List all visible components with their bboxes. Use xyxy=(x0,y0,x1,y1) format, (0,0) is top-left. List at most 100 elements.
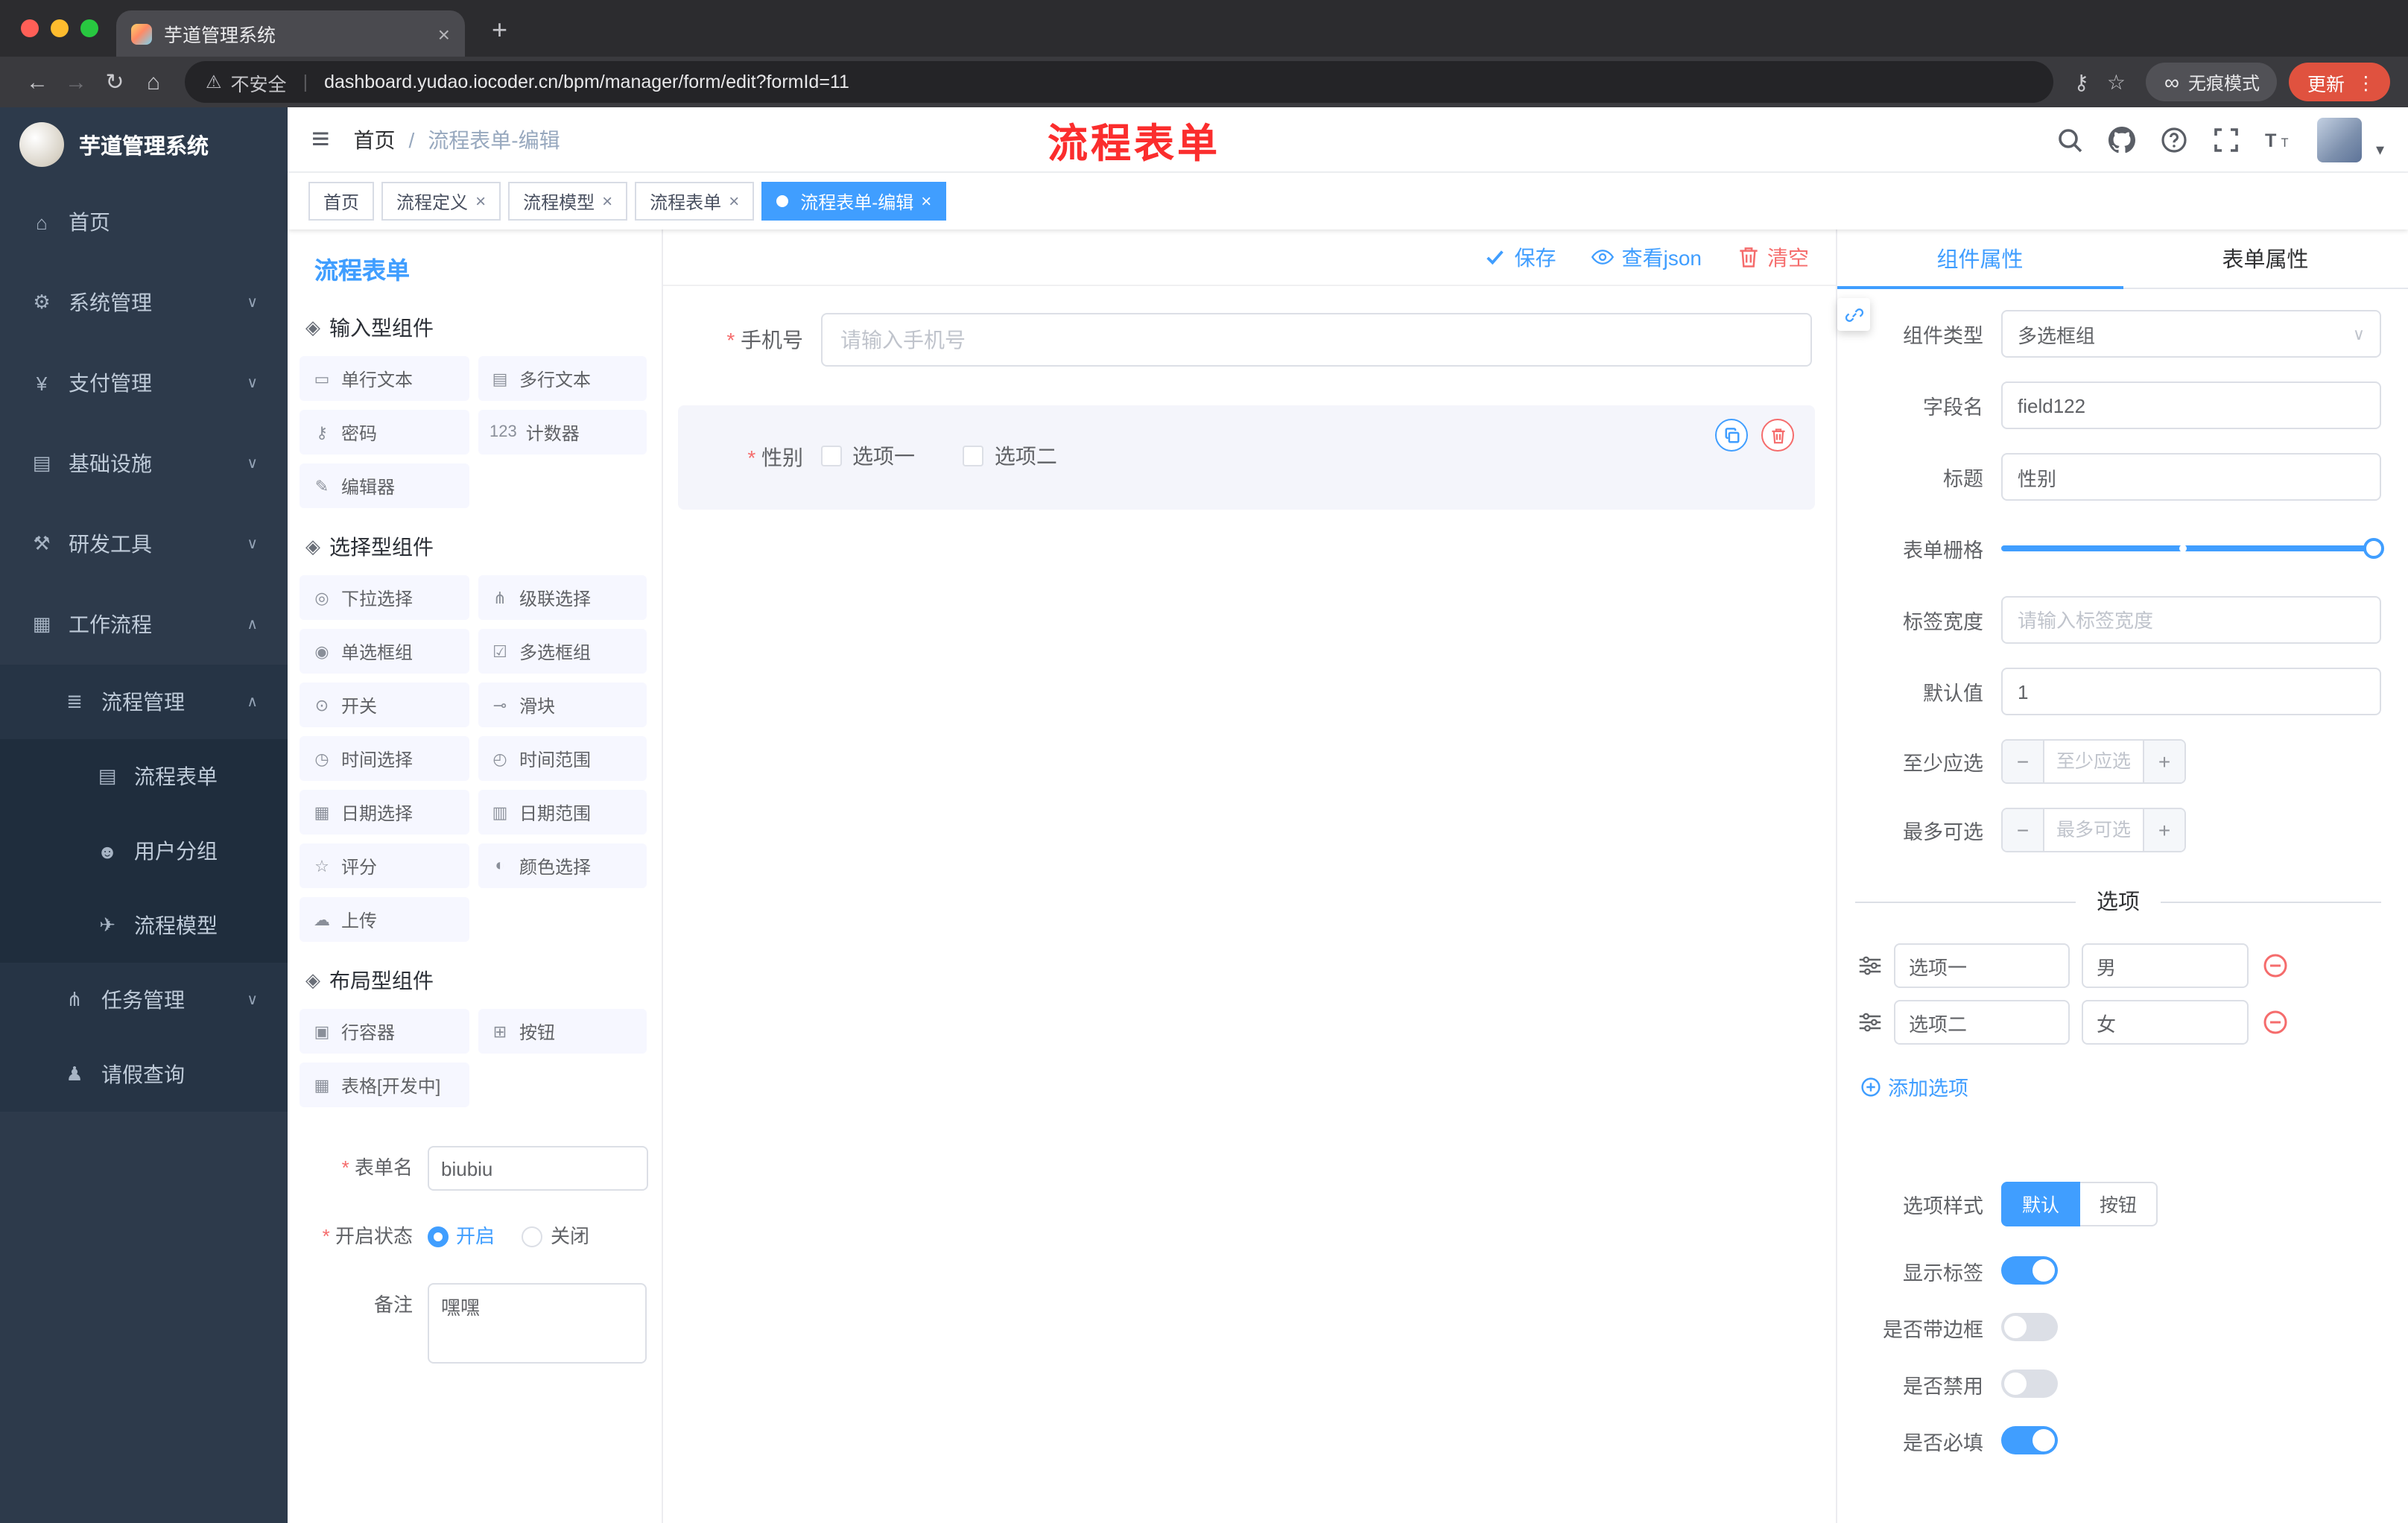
comp-password[interactable]: ⚷ 密码 xyxy=(300,410,469,455)
sidebar-item-dev-tools[interactable]: ⚒ 研发工具 ∨ xyxy=(0,504,288,584)
add-option-button[interactable]: 添加选项 xyxy=(1861,1071,1968,1101)
comp-cascader[interactable]: ⋔ 级联选择 xyxy=(478,575,647,620)
increase-button[interactable]: + xyxy=(2143,741,2184,782)
tag-process-form[interactable]: 流程表单 xyxy=(635,182,755,221)
reload-button[interactable] xyxy=(95,69,134,95)
checkbox-option-2[interactable]: 选项二 xyxy=(963,441,1057,471)
github-icon[interactable] xyxy=(2108,126,2136,153)
save-button[interactable]: 保存 xyxy=(1485,242,1556,272)
disabled-switch[interactable] xyxy=(2001,1370,2058,1398)
option-label-input[interactable] xyxy=(1894,943,2070,988)
border-switch[interactable] xyxy=(2001,1313,2058,1341)
back-button[interactable] xyxy=(18,69,57,95)
new-tab-button[interactable] xyxy=(492,16,507,43)
comp-row-container[interactable]: ▣ 行容器 xyxy=(300,1009,469,1054)
breadcrumb-home[interactable]: 首页 xyxy=(354,124,396,154)
decrease-button[interactable]: − xyxy=(2003,809,2044,851)
comp-date-picker[interactable]: ▦ 日期选择 xyxy=(300,790,469,835)
sidebar-item-process-mgmt[interactable]: ≣ 流程管理 ∧ xyxy=(0,665,288,739)
fullscreen-icon[interactable] xyxy=(2214,126,2240,153)
sidebar-item-process-model[interactable]: ✈ 流程模型 xyxy=(0,888,288,963)
window-zoom-button[interactable] xyxy=(80,19,98,37)
tag-process-definition[interactable]: 流程定义 xyxy=(381,182,501,221)
drag-handle-icon[interactable] xyxy=(1858,954,1882,978)
sidebar-item-process-form[interactable]: ▤ 流程表单 xyxy=(0,739,288,814)
sidebar-item-leave-query[interactable]: ♟ 请假查询 xyxy=(0,1037,288,1112)
window-close-button[interactable] xyxy=(21,19,39,37)
decrease-button[interactable]: − xyxy=(2003,741,2044,782)
avatar-dropdown-caret[interactable] xyxy=(2376,139,2384,162)
max-select-input[interactable] xyxy=(2044,809,2143,851)
tag-home[interactable]: 首页 xyxy=(308,182,375,221)
tab-close-icon[interactable] xyxy=(438,22,450,45)
tab-form-props[interactable]: 表单属性 xyxy=(2123,229,2408,288)
bookmark-star-icon[interactable] xyxy=(2107,69,2126,95)
label-width-input[interactable] xyxy=(2001,596,2381,644)
link-handle-button[interactable] xyxy=(1837,298,1870,331)
browser-update-button[interactable]: 更新 xyxy=(2289,63,2390,101)
address-bar[interactable]: 不安全 | dashboard.yudao.iocoder.cn/bpm/man… xyxy=(185,61,2053,103)
form-name-input[interactable] xyxy=(428,1146,648,1191)
help-icon[interactable] xyxy=(2161,126,2188,153)
close-tab-icon[interactable] xyxy=(921,191,931,212)
comp-date-range[interactable]: ▥ 日期范围 xyxy=(478,790,647,835)
checkbox-option-1[interactable]: 选项一 xyxy=(821,441,915,471)
status-off-radio[interactable]: 关闭 xyxy=(522,1215,589,1259)
form-grid-slider[interactable] xyxy=(2001,525,2384,572)
home-button[interactable] xyxy=(134,69,173,95)
comp-table[interactable]: ▦ 表格[开发中] xyxy=(300,1063,469,1107)
forward-button[interactable] xyxy=(57,69,95,95)
comp-switch[interactable]: ⊙ 开关 xyxy=(300,683,469,727)
sidebar-toggle-button[interactable] xyxy=(311,124,330,155)
comp-upload[interactable]: ☁ 上传 xyxy=(300,897,469,942)
delete-field-button[interactable] xyxy=(1761,419,1794,452)
comp-time-range[interactable]: ◴ 时间范围 xyxy=(478,736,647,781)
default-value-input[interactable] xyxy=(2001,668,2381,715)
remove-option-button[interactable] xyxy=(2263,1010,2287,1034)
form-remark-textarea[interactable]: 嘿嘿 xyxy=(428,1283,647,1364)
option-value-input[interactable] xyxy=(2082,943,2249,988)
show-label-switch[interactable] xyxy=(2001,1256,2058,1285)
drag-handle-icon[interactable] xyxy=(1858,1010,1882,1034)
comp-color-picker[interactable]: ◐ 颜色选择 xyxy=(478,843,647,888)
default-style-button[interactable]: 默认 xyxy=(2001,1181,2081,1226)
sidebar-item-task-mgmt[interactable]: ⋔ 任务管理 ∨ xyxy=(0,963,288,1037)
tag-process-model[interactable]: 流程模型 xyxy=(508,182,628,221)
close-tab-icon[interactable] xyxy=(729,191,739,212)
comp-select[interactable]: ◎ 下拉选择 xyxy=(300,575,469,620)
title-input[interactable] xyxy=(2001,453,2381,501)
min-select-input[interactable] xyxy=(2044,741,2143,782)
font-size-icon[interactable]: TT xyxy=(2266,126,2293,153)
increase-button[interactable]: + xyxy=(2143,809,2184,851)
browser-tab[interactable]: 芋道管理系统 xyxy=(116,10,465,57)
close-tab-icon[interactable] xyxy=(602,191,612,212)
remove-option-button[interactable] xyxy=(2263,954,2287,978)
comp-rate[interactable]: ☆ 评分 xyxy=(300,843,469,888)
component-type-select[interactable]: 多选框组 xyxy=(2001,310,2381,358)
tab-component-props[interactable]: 组件属性 xyxy=(1837,229,2123,289)
search-icon[interactable] xyxy=(2057,126,2084,153)
sidebar-item-workflow[interactable]: ▦ 工作流程 ∧ xyxy=(0,584,288,665)
gender-field-block[interactable]: 性别 选项一 选项二 xyxy=(678,405,1815,510)
field-name-input[interactable] xyxy=(2001,381,2381,429)
comp-counter[interactable]: 123 计数器 xyxy=(478,410,647,455)
comp-checkbox-group[interactable]: ☑ 多选框组 xyxy=(478,629,647,674)
comp-multi-line-text[interactable]: ▤ 多行文本 xyxy=(478,356,647,401)
user-avatar[interactable] xyxy=(2317,117,2363,162)
option-value-input[interactable] xyxy=(2082,1000,2249,1045)
sidebar-item-payment-mgmt[interactable]: ¥ 支付管理 ∨ xyxy=(0,343,288,423)
sidebar-item-infrastructure[interactable]: ▤ 基础设施 ∨ xyxy=(0,423,288,504)
option-label-input[interactable] xyxy=(1894,1000,2070,1045)
view-json-button[interactable]: 查看json xyxy=(1591,242,1702,272)
clear-button[interactable]: 清空 xyxy=(1737,242,1809,272)
sidebar-item-user-group[interactable]: ☻ 用户分组 xyxy=(0,814,288,888)
comp-single-line-text[interactable]: ▭ 单行文本 xyxy=(300,356,469,401)
button-style-button[interactable]: 按钮 xyxy=(2080,1181,2158,1226)
phone-input[interactable] xyxy=(821,313,1812,367)
tag-process-form-edit[interactable]: 流程表单-编辑 xyxy=(761,182,947,221)
slider-handle[interactable] xyxy=(2363,538,2384,559)
phone-field-row[interactable]: 手机号 xyxy=(678,313,1815,367)
browser-menu-icon[interactable] xyxy=(2357,71,2375,93)
copy-field-button[interactable] xyxy=(1715,419,1748,452)
comp-radio-group[interactable]: ◉ 单选框组 xyxy=(300,629,469,674)
